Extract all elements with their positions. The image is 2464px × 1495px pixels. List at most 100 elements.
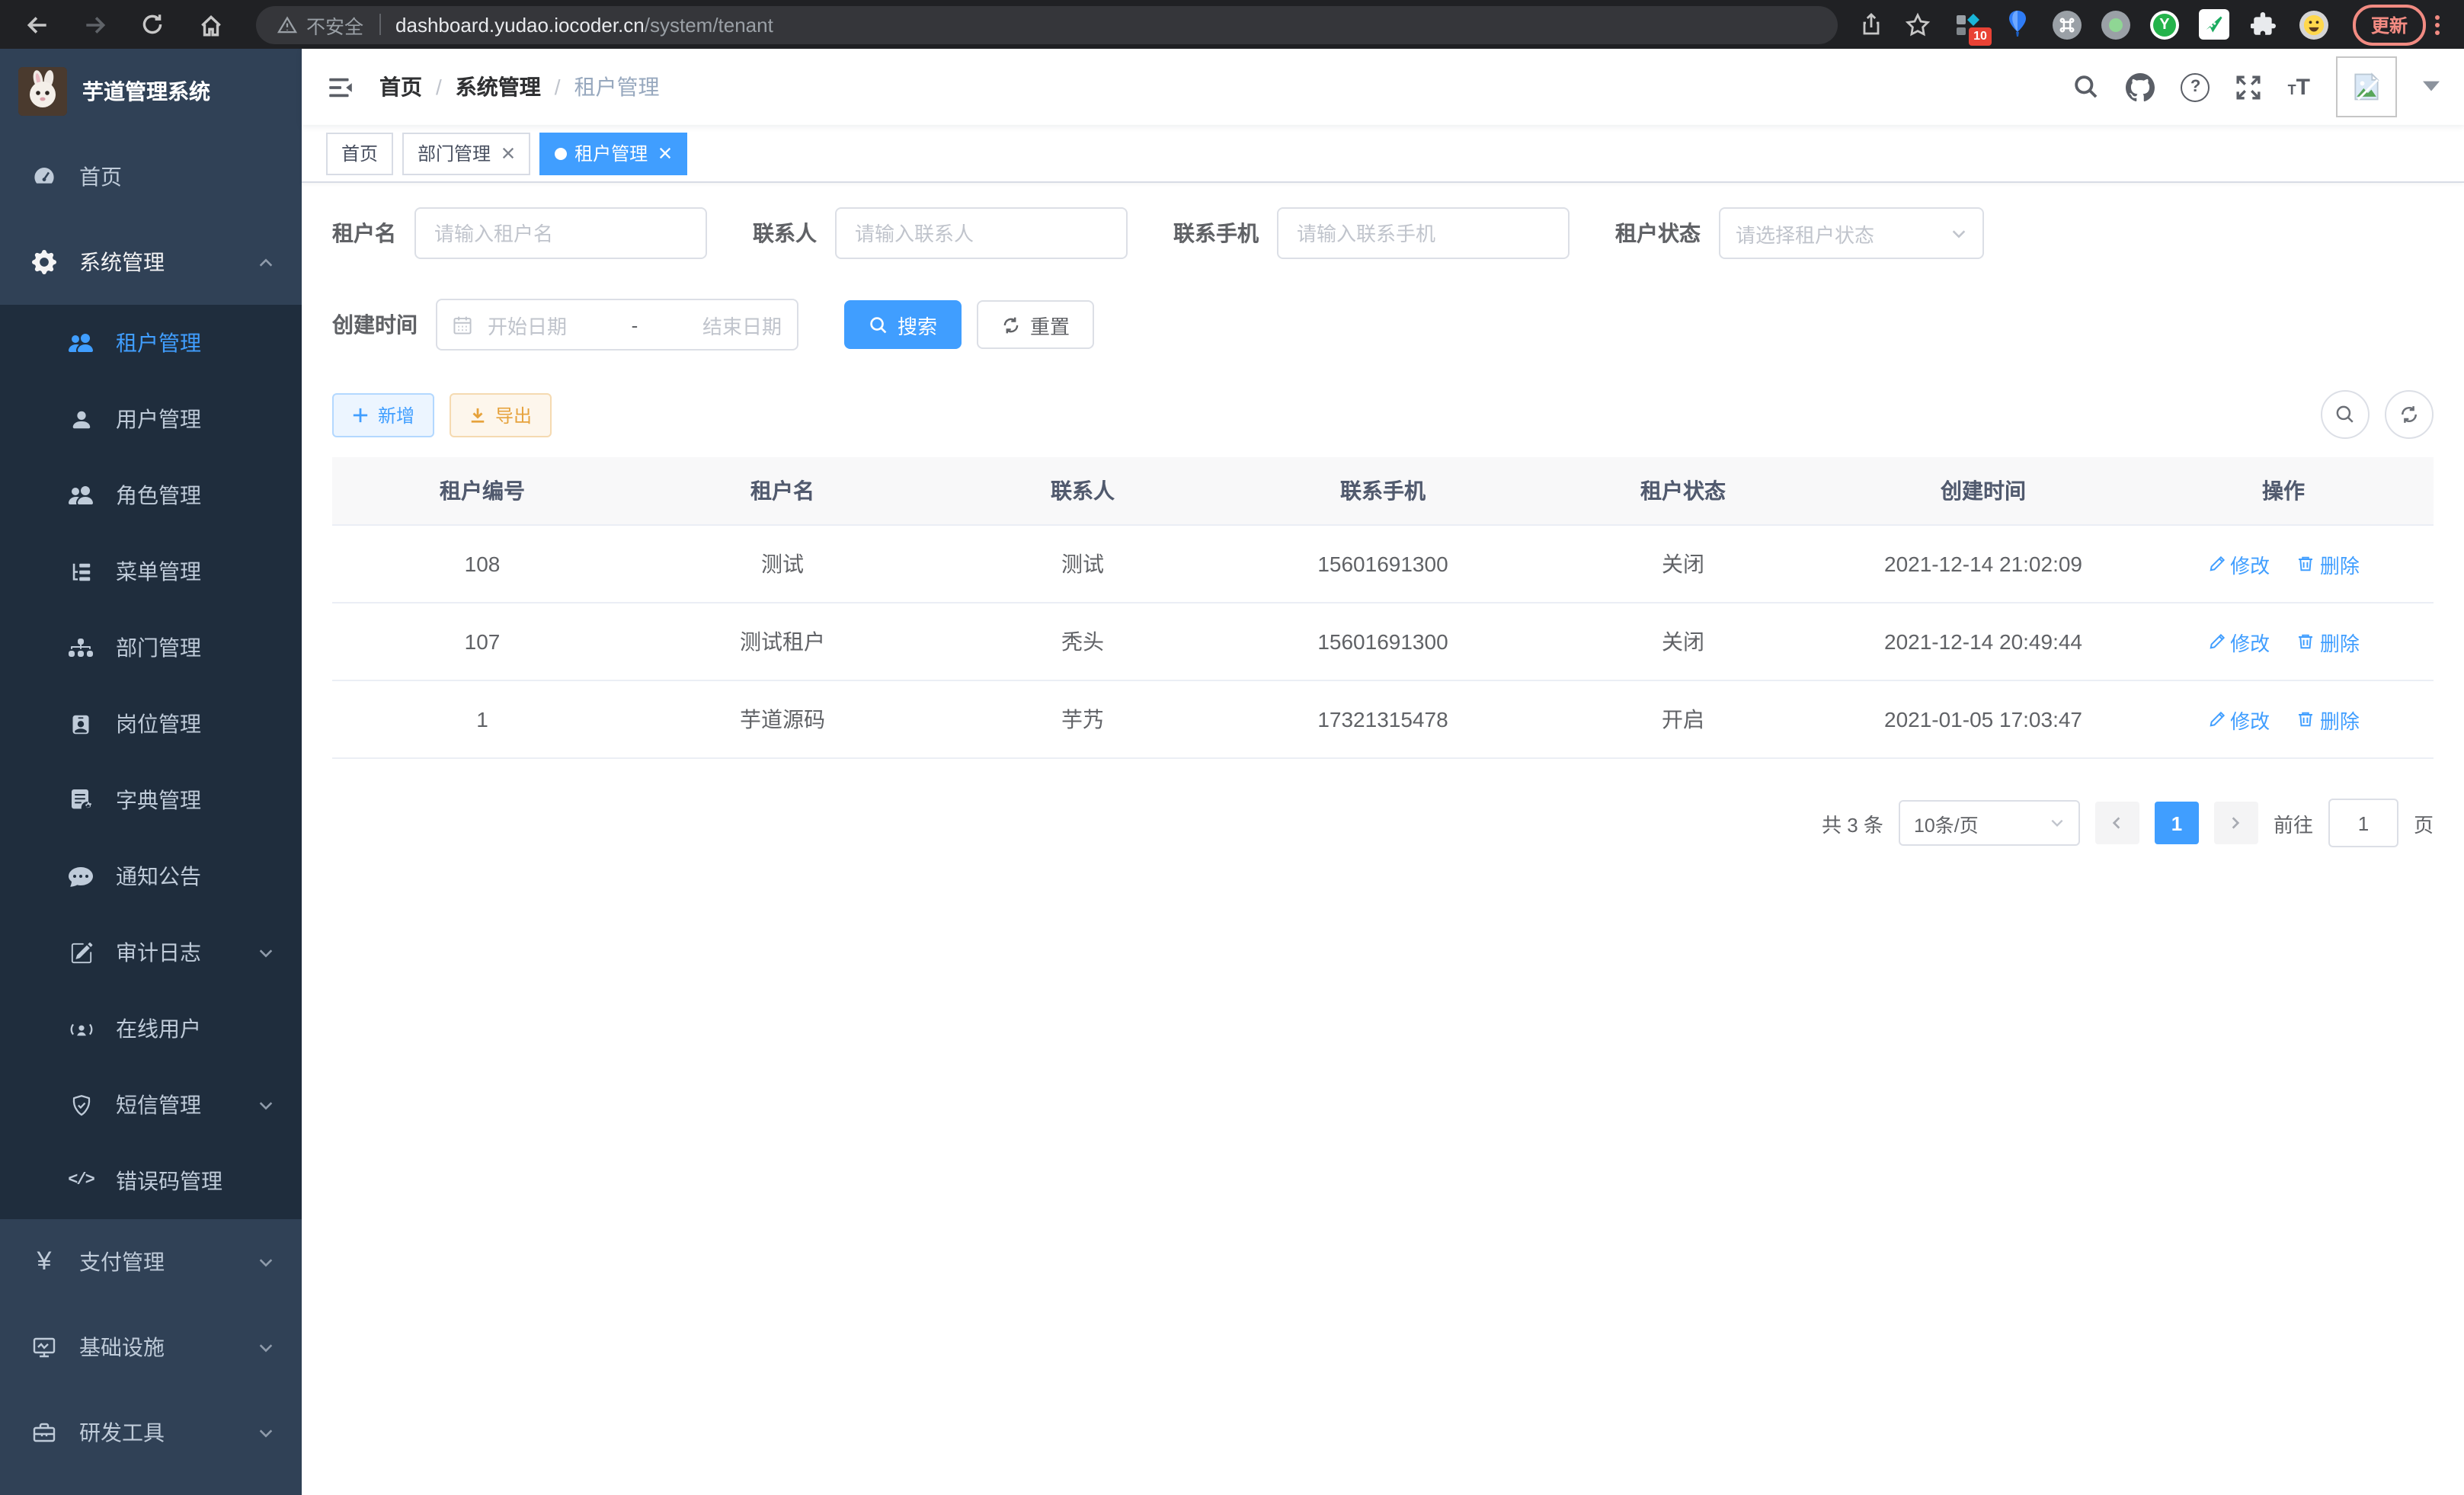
breadcrumb-item[interactable]: 首页 xyxy=(379,72,422,102)
breadcrumb-item[interactable]: 系统管理 xyxy=(456,72,541,102)
fullscreen-icon[interactable] xyxy=(2236,74,2262,100)
browser-back-icon[interactable] xyxy=(15,3,58,46)
field-label: 租户名 xyxy=(332,218,396,248)
date-separator: - xyxy=(632,313,638,336)
search-button[interactable]: 搜索 xyxy=(844,300,962,349)
sidebar-item-sms[interactable]: 短信管理 xyxy=(0,1067,302,1143)
sidebar-item-system[interactable]: 系统管理 xyxy=(0,219,302,305)
sidebar-item-tenant[interactable]: 租户管理 xyxy=(0,305,302,381)
extension-balloon-icon[interactable] xyxy=(2002,9,2033,40)
extension-dot-icon[interactable] xyxy=(2101,10,2130,39)
extension-chat-icon[interactable] xyxy=(2199,9,2229,40)
tab-home[interactable]: 首页 xyxy=(326,132,393,174)
browser-reload-icon[interactable] xyxy=(131,3,174,46)
browser-update-button[interactable]: 更新 xyxy=(2353,4,2426,45)
sidebar-item-audit-log[interactable]: 审计日志 xyxy=(0,914,302,991)
extensions-puzzle-icon[interactable] xyxy=(2249,9,2280,40)
browser-menu-icon[interactable] xyxy=(2432,11,2449,37)
edit-link[interactable]: 修改 xyxy=(2207,549,2270,578)
goto-label: 前往 xyxy=(2274,808,2313,837)
phone-input[interactable] xyxy=(1277,207,1570,259)
gear-icon xyxy=(30,250,58,274)
logo-row[interactable]: 芋道管理系统 xyxy=(0,49,302,134)
date-range-picker[interactable]: 开始日期 - 结束日期 xyxy=(436,299,798,351)
add-button[interactable]: 新增 xyxy=(332,392,434,437)
tenant-name-input[interactable] xyxy=(414,207,707,259)
browser-home-icon[interactable] xyxy=(189,3,232,46)
sidebar-item-user[interactable]: 用户管理 xyxy=(0,381,302,457)
edit-link[interactable]: 修改 xyxy=(2207,627,2270,656)
export-label: 导出 xyxy=(495,402,532,427)
column-header: 联系手机 xyxy=(1233,457,1533,525)
cell-created-at: 2021-12-14 20:49:44 xyxy=(1833,603,2133,680)
date-end-placeholder: 结束日期 xyxy=(653,310,782,339)
sidebar-item-pay[interactable]: ¥ 支付管理 xyxy=(0,1219,302,1305)
sidebar-item-post[interactable]: 岗位管理 xyxy=(0,686,302,762)
sidebar-item-home[interactable]: 首页 xyxy=(0,134,302,219)
contact-input[interactable] xyxy=(835,207,1128,259)
sidebar-fold-icon[interactable] xyxy=(326,72,355,101)
prev-page-button[interactable] xyxy=(2095,802,2139,844)
delete-link[interactable]: 删除 xyxy=(2297,627,2360,656)
address-bar[interactable]: 不安全 dashboard.yudao.iocoder.cn/system/te… xyxy=(256,5,1838,43)
tab-label: 租户管理 xyxy=(574,140,648,166)
caret-down-icon[interactable] xyxy=(2423,81,2440,93)
trash-icon xyxy=(2297,710,2315,728)
sidebar-item-infra[interactable]: 基础设施 xyxy=(0,1305,302,1390)
sidebar-item-role[interactable]: 角色管理 xyxy=(0,457,302,533)
extensions-row: 10 Y xyxy=(1952,9,2328,40)
page-size-select[interactable]: 10条/页 xyxy=(1899,800,2080,846)
extension-y-icon[interactable]: Y xyxy=(2150,10,2179,39)
sidebar-item-label: 首页 xyxy=(79,162,274,192)
sidebar-item-notice[interactable]: 通知公告 xyxy=(0,838,302,914)
filter-tenant-name: 租户名 xyxy=(332,207,707,259)
browser-forward-icon[interactable] xyxy=(73,3,116,46)
close-icon[interactable] xyxy=(658,146,672,160)
sidebar-item-online-user[interactable]: 在线用户 xyxy=(0,991,302,1067)
share-icon[interactable] xyxy=(1859,12,1883,37)
reset-label: 重置 xyxy=(1030,310,1070,339)
search-icon xyxy=(2334,404,2356,425)
security-label: 不安全 xyxy=(306,10,363,39)
header-search-icon[interactable] xyxy=(2073,73,2101,101)
edit-link[interactable]: 修改 xyxy=(2207,705,2270,734)
tab-dept[interactable]: 部门管理 xyxy=(402,132,530,174)
sidebar-item-menu[interactable]: 菜单管理 xyxy=(0,533,302,610)
page-number-1[interactable]: 1 xyxy=(2155,802,2199,844)
monitor-icon xyxy=(30,1335,58,1359)
export-button[interactable]: 导出 xyxy=(450,392,552,437)
github-icon[interactable] xyxy=(2126,72,2155,101)
reset-button[interactable]: 重置 xyxy=(977,300,1094,349)
delete-link[interactable]: 删除 xyxy=(2297,549,2360,578)
goto-page-input[interactable] xyxy=(2328,799,2398,847)
users-icon xyxy=(67,331,94,355)
plus-icon xyxy=(352,406,369,423)
extension-blocks-icon[interactable]: 10 xyxy=(1952,9,1982,40)
help-icon[interactable]: ? xyxy=(2181,72,2210,101)
tab-tenant[interactable]: 租户管理 xyxy=(539,132,687,174)
table-header-row: 租户编号 租户名 联系人 联系手机 租户状态 创建时间 操作 xyxy=(332,457,2434,525)
sidebar-item-dict[interactable]: 字典管理 xyxy=(0,762,302,838)
font-size-icon[interactable]: TT xyxy=(2288,74,2310,100)
cell-phone: 15601691300 xyxy=(1233,525,1533,603)
cell-status: 关闭 xyxy=(1533,603,1833,680)
url-path: /system/tenant xyxy=(645,13,773,36)
cell-actions: 修改 删除 xyxy=(2133,525,2434,603)
status-select[interactable]: 请选择租户状态 xyxy=(1719,207,1984,259)
sidebar-item-error-code[interactable]: </> 错误码管理 xyxy=(0,1143,302,1219)
pagination-total: 共 3 条 xyxy=(1822,808,1883,837)
extension-emoji-icon[interactable] xyxy=(2299,10,2328,39)
avatar[interactable] xyxy=(2336,56,2397,117)
extension-command-icon[interactable] xyxy=(2053,10,2082,39)
next-page-button[interactable] xyxy=(2214,802,2258,844)
refresh-button[interactable] xyxy=(2385,390,2434,439)
security-chip[interactable]: 不安全 xyxy=(277,10,363,39)
close-icon[interactable] xyxy=(501,146,515,160)
sidebar-item-dev-tools[interactable]: 研发工具 xyxy=(0,1390,302,1475)
bookmark-star-icon[interactable] xyxy=(1905,11,1931,37)
sidebar-item-dept[interactable]: 部门管理 xyxy=(0,610,302,686)
filter-phone: 联系手机 xyxy=(1173,207,1570,259)
show-search-button[interactable] xyxy=(2321,390,2370,439)
delete-link[interactable]: 删除 xyxy=(2297,705,2360,734)
people-icon xyxy=(67,483,94,507)
